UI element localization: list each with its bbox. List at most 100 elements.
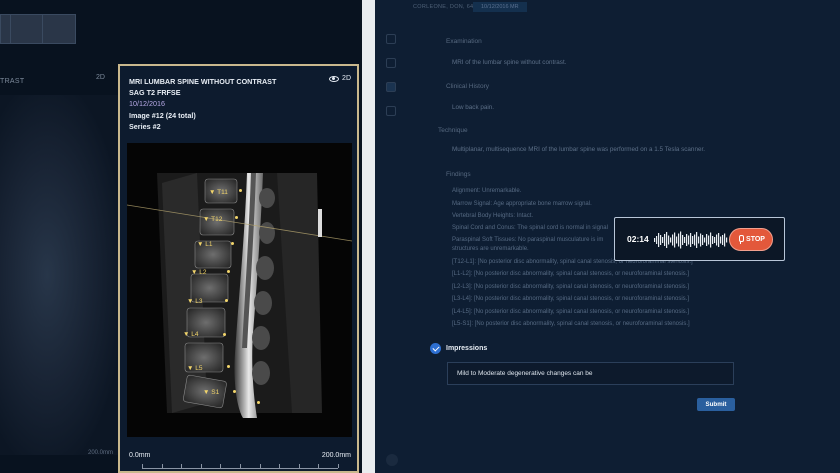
scale-tick xyxy=(279,464,281,468)
finding-line[interactable]: Vertebral Body Heights: Intact. xyxy=(452,213,533,219)
examination-label: Examination xyxy=(446,38,482,45)
finding-line[interactable]: [L2-L3]: [No posterior disc abnormality,… xyxy=(452,284,689,290)
marker-dot[interactable] xyxy=(239,189,242,192)
waveform-bar xyxy=(700,233,702,247)
finding-line[interactable]: structures are unremarkable. xyxy=(452,246,529,252)
study-date: 10/12/2016 xyxy=(129,99,165,109)
waveform-bar xyxy=(660,235,662,245)
vertebra-label: ▼ L2 xyxy=(191,269,207,276)
scale-tick xyxy=(161,464,163,468)
waveform-bar xyxy=(698,236,700,244)
finding-line[interactable]: Alignment: Unremarkable. xyxy=(452,188,521,194)
waveform-bar xyxy=(666,232,668,248)
vertebra-label: ▼ L1 xyxy=(197,241,213,248)
scale-tick xyxy=(318,464,320,468)
eye-icon xyxy=(329,75,340,82)
finding-line[interactable]: Paraspinal Soft Tissues: No paraspinal m… xyxy=(452,237,603,243)
finding-line[interactable]: [L3-L4]: [No posterior disc abnormality,… xyxy=(452,296,689,302)
recording-timer: 02:14 xyxy=(627,234,649,244)
waveform-bar xyxy=(658,233,660,247)
series-thumbnail[interactable] xyxy=(42,14,76,44)
waveform-bar xyxy=(672,234,674,246)
scale-tick xyxy=(142,464,143,468)
vertebra-label: ▼ T12 xyxy=(203,216,223,223)
waveform-bar xyxy=(710,232,712,248)
waveform-bar xyxy=(686,234,688,246)
marker-dot[interactable] xyxy=(233,390,236,393)
submit-button[interactable]: Submit xyxy=(697,398,735,411)
marker-dot[interactable] xyxy=(225,299,228,302)
clinical-history-text[interactable]: Low back pain. xyxy=(452,104,494,111)
finding-line[interactable]: [L5-S1]: [No posterior disc abnormality,… xyxy=(452,321,690,327)
scale-end-label: 200.0mm xyxy=(88,450,114,456)
waveform-bar xyxy=(662,237,664,243)
marker-dot[interactable] xyxy=(231,242,234,245)
finding-line[interactable]: [L1-L2]: [No posterior disc abnormality,… xyxy=(452,271,689,277)
active-viewport[interactable]: MRI LUMBAR SPINE WITHOUT CONTRAST SAG T2… xyxy=(118,64,359,473)
waveform-bar xyxy=(708,235,710,245)
view-mode-toggle[interactable]: 2D xyxy=(329,75,351,82)
examination-text[interactable]: MRI of the lumbar spine without contrast… xyxy=(452,59,566,66)
waveform-bar xyxy=(684,237,686,243)
scale-bar xyxy=(142,463,339,469)
rail-icon[interactable] xyxy=(386,34,396,44)
marker-dot[interactable] xyxy=(223,333,226,336)
waveform-bar xyxy=(692,236,694,244)
impressions-label: Impressions xyxy=(446,345,488,352)
study-date-badge: 10/12/2016 MR xyxy=(473,2,527,12)
image-viewer-panel: TRAST 2D 200.0mm MRI LUMBAR SPINE WITHOU… xyxy=(0,0,362,473)
rail-icon[interactable] xyxy=(386,106,396,116)
waveform-bar xyxy=(664,234,666,246)
vertebra-label: ▼ L3 xyxy=(187,298,203,305)
stop-recording-button[interactable]: STOP xyxy=(729,228,773,251)
image-number: Image #12 (24 total) xyxy=(129,110,196,120)
waveform-bar xyxy=(656,236,658,244)
view-mode-label: 2D xyxy=(342,75,351,82)
waveform-bar xyxy=(690,233,692,247)
marker-dot[interactable] xyxy=(257,401,260,404)
sequence-label: SAG T2 FRFSE xyxy=(129,88,181,98)
impressions-input[interactable] xyxy=(447,362,734,385)
waveform-bar xyxy=(668,235,670,245)
finding-line[interactable]: Spinal Cord and Conus: The spinal cord i… xyxy=(452,225,608,231)
scale-tick xyxy=(200,464,202,468)
marker-dot[interactable] xyxy=(235,216,238,219)
findings-label: Findings xyxy=(446,171,471,178)
user-avatar[interactable] xyxy=(386,454,398,466)
vertebra-label: ▼ L5 xyxy=(187,365,203,372)
waveform-bar xyxy=(676,236,678,244)
waveform-bar xyxy=(670,237,672,243)
vertebra-label: ▼ T11 xyxy=(209,189,228,196)
rail-icon[interactable] xyxy=(386,82,396,92)
waveform-icon xyxy=(654,231,728,249)
series-thumbnail[interactable] xyxy=(10,14,44,44)
marker-dot[interactable] xyxy=(227,270,230,273)
panel-divider[interactable] xyxy=(362,0,375,473)
waveform-bar xyxy=(714,237,716,243)
microphone-icon xyxy=(737,235,744,244)
background-mri-image[interactable] xyxy=(0,95,118,455)
vertebra-label: ▼ L4 xyxy=(183,331,199,338)
waveform-bar xyxy=(702,235,704,245)
waveform-bar xyxy=(720,236,722,244)
patient-name: CORLEONE, DON, 64 xyxy=(413,4,474,10)
technique-label: Technique xyxy=(438,127,468,134)
spine-image xyxy=(127,143,352,437)
view-mode-toggle[interactable]: 2D xyxy=(96,74,105,81)
technique-text[interactable]: Multiplanar, multisequence MRI of the lu… xyxy=(452,146,705,153)
vertebra-label: ▼ S1 xyxy=(203,389,220,396)
impressions-checkbox[interactable] xyxy=(430,343,441,354)
rail-icon[interactable] xyxy=(386,58,396,68)
clinical-history-label: Clinical History xyxy=(446,83,489,90)
scale-tick xyxy=(259,464,261,468)
waveform-bar xyxy=(682,235,684,245)
mri-image[interactable]: ▼ T11 ▼ T12 ▼ L1 ▼ L2 ▼ L3 ▼ L4 ▼ L5 ▼ S1 xyxy=(127,143,352,437)
marker-dot[interactable] xyxy=(227,365,230,368)
finding-line[interactable]: [L4-L5]: [No posterior disc abnormality,… xyxy=(452,309,689,315)
waveform-bar xyxy=(706,234,708,246)
waveform-bar xyxy=(674,232,676,248)
side-rail xyxy=(379,20,403,130)
waveform-bar xyxy=(654,238,656,242)
waveform-bar xyxy=(696,232,698,248)
finding-line[interactable]: Marrow Signal: Age appropriate bone marr… xyxy=(452,201,592,207)
